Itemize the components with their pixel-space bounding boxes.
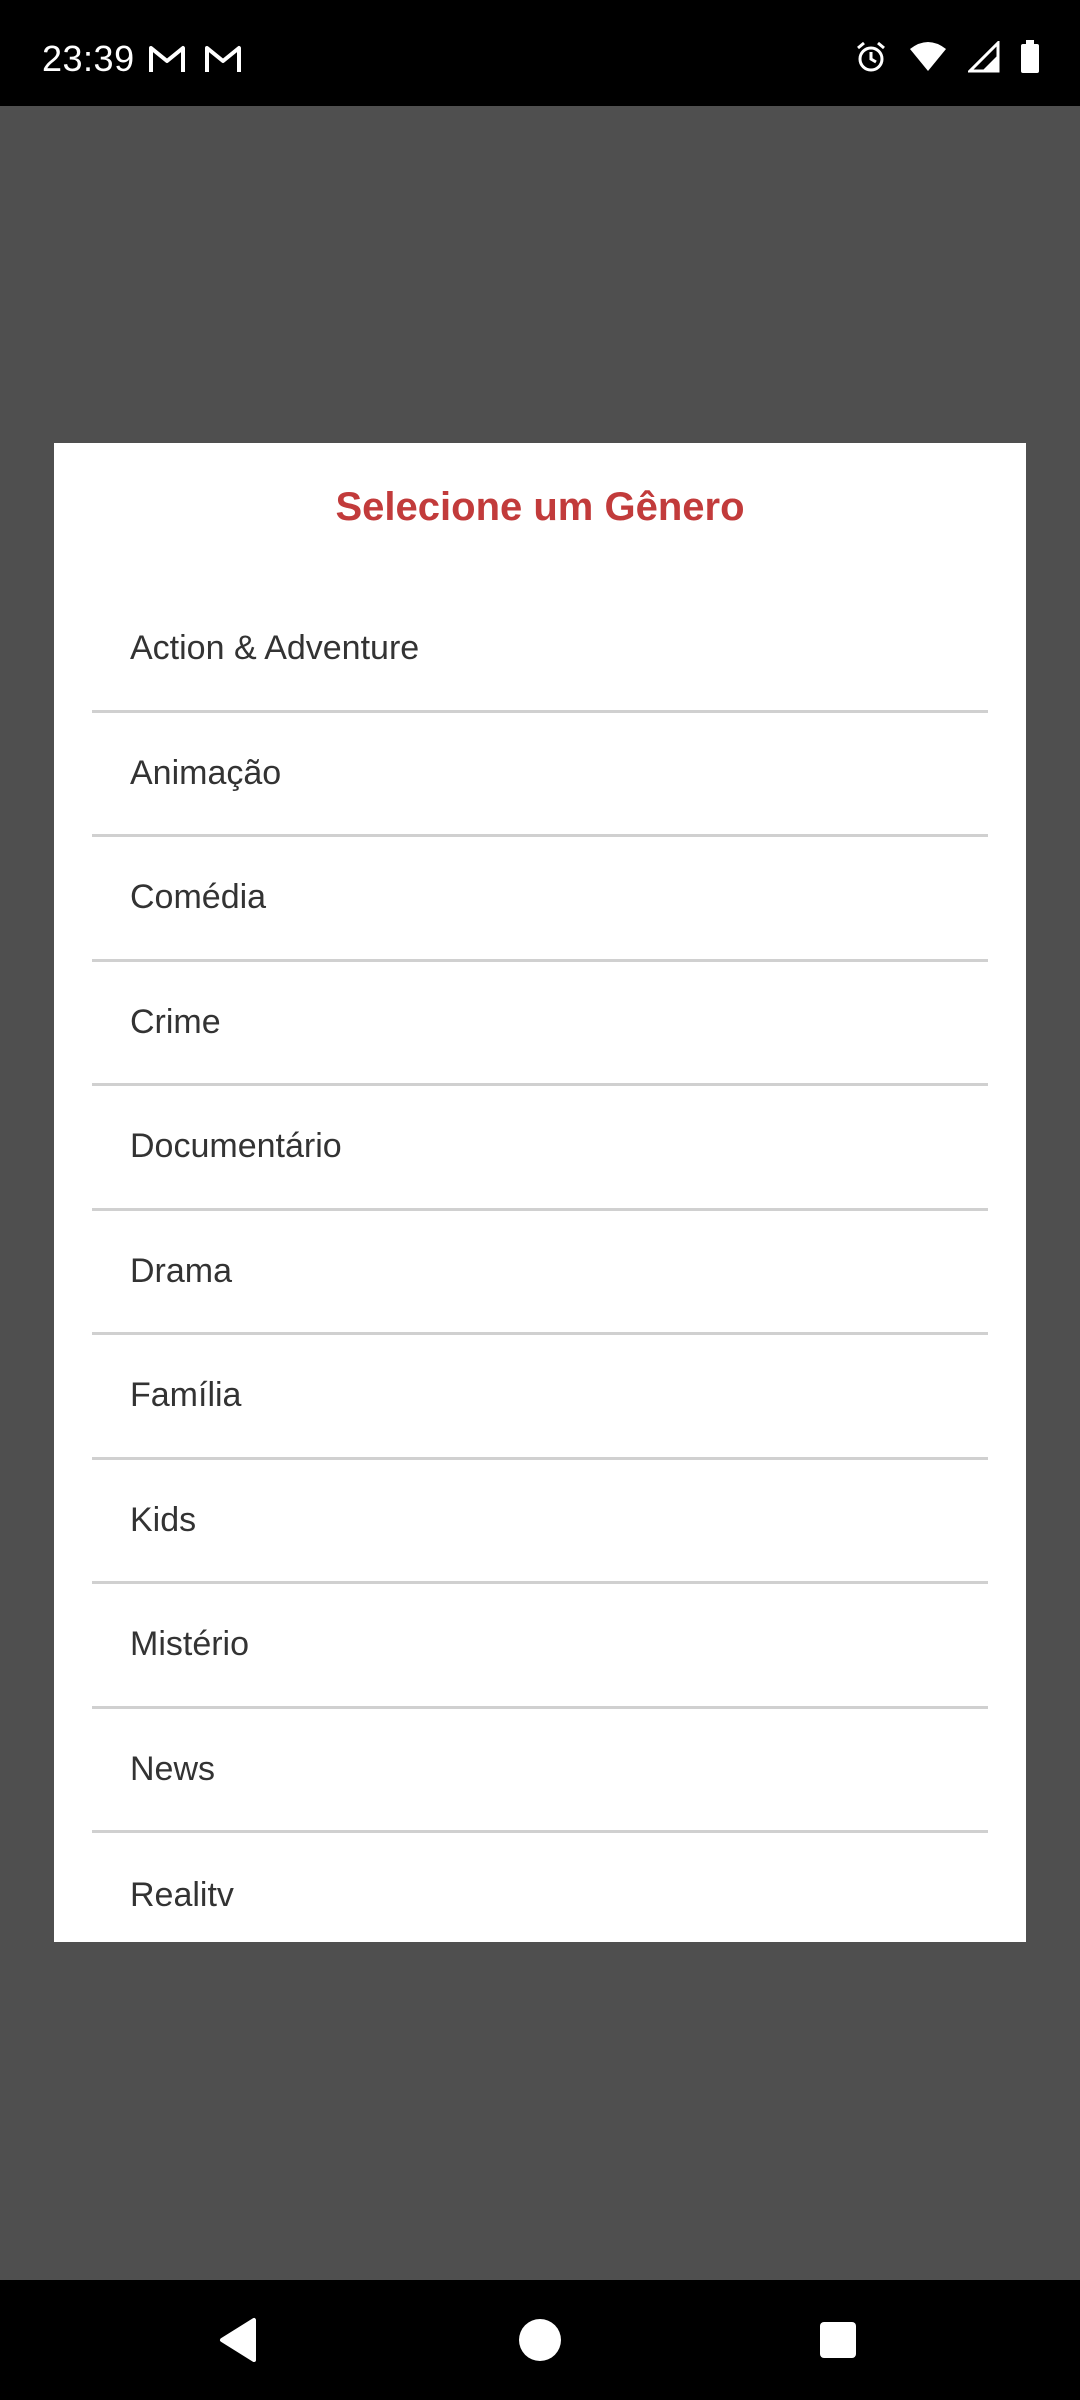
gmail-icon — [148, 44, 186, 79]
signal-icon — [966, 39, 1000, 78]
genre-item-realitv[interactable]: Realitv — [92, 1833, 988, 1942]
genre-item-misterio[interactable]: Mistério — [92, 1584, 988, 1709]
genre-item-crime[interactable]: Crime — [92, 962, 988, 1086]
genre-item-animacao[interactable]: Animação — [92, 713, 988, 837]
navigation-bar — [0, 2280, 1080, 2400]
wifi-icon — [908, 41, 948, 78]
genre-item-kids[interactable]: Kids — [92, 1460, 988, 1584]
genre-item-familia[interactable]: Família — [92, 1335, 988, 1460]
genre-item-drama[interactable]: Drama — [92, 1211, 988, 1335]
status-time: 23:39 — [42, 38, 135, 79]
alarm-icon — [854, 40, 888, 79]
genre-item-news[interactable]: News — [92, 1709, 988, 1833]
status-bar: 23:39 — [0, 0, 1080, 106]
genre-item-action-adventure[interactable]: Action & Adventure — [92, 588, 988, 713]
dialog-title: Selecione um Gênero — [335, 485, 745, 529]
recents-icon[interactable] — [808, 2310, 868, 2370]
notification-icons — [148, 44, 242, 79]
genre-dialog: Selecione um Gênero Action & Adventure A… — [54, 443, 1026, 1942]
gmail-icon — [204, 44, 242, 79]
battery-icon — [1020, 40, 1040, 79]
home-icon[interactable] — [510, 2310, 570, 2370]
back-icon[interactable] — [210, 2310, 270, 2370]
system-icons — [854, 39, 1040, 79]
genre-list[interactable]: Action & Adventure Animação Comédia Crim… — [92, 588, 988, 1942]
genre-item-documentario[interactable]: Documentário — [92, 1086, 988, 1211]
genre-item-comedia[interactable]: Comédia — [92, 837, 988, 962]
